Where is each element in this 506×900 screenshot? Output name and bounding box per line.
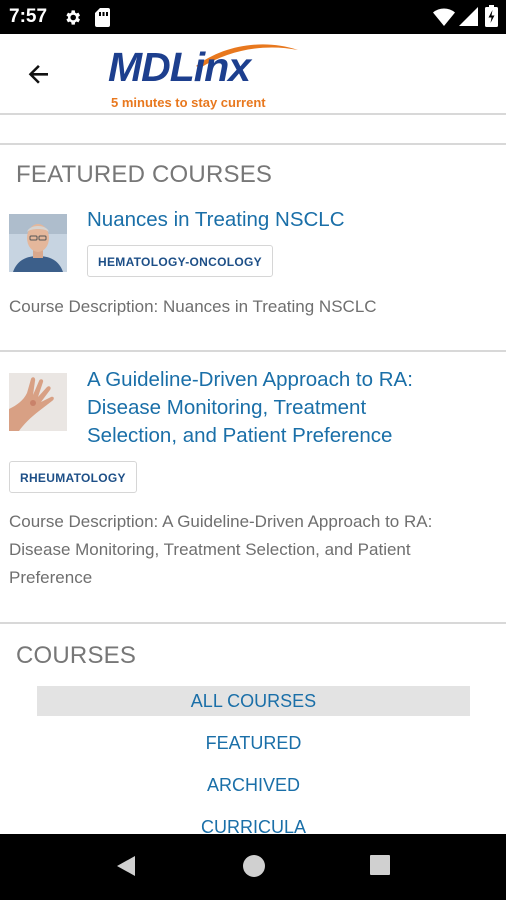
logo-tagline: 5 minutes to stay current (111, 95, 266, 110)
course-title[interactable]: Nuances in Treating NSCLC (87, 206, 345, 234)
divider (0, 113, 506, 115)
wifi-icon (433, 8, 455, 31)
recents-square-icon[interactable] (369, 854, 391, 881)
system-navigation-bar (0, 834, 506, 900)
course-thumbnail[interactable] (9, 373, 67, 431)
cellular-signal-icon (459, 7, 478, 31)
course-description-line: Course Description: A Guideline-Driven A… (9, 512, 433, 531)
course-description-line: Preference (9, 568, 93, 587)
course-description-line: Disease Monitoring, Treatment Selection,… (9, 540, 411, 559)
courses-heading: COURSES (16, 642, 137, 669)
divider (0, 143, 506, 145)
tab-archived[interactable]: ARCHIVED (37, 770, 470, 800)
specialty-badge[interactable]: HEMATOLOGY-ONCOLOGY (87, 245, 273, 277)
tab-all-courses[interactable]: ALL COURSES (37, 686, 470, 716)
tab-featured[interactable]: FEATURED (37, 728, 470, 758)
arrow-back-icon[interactable] (22, 56, 58, 92)
course-description: Course Description: A Guideline-Driven A… (9, 508, 432, 592)
logo-brand: MDLinx (108, 44, 251, 90)
course-title[interactable]: A Guideline-Driven Approach to RA: Disea… (87, 366, 413, 450)
featured-courses-heading: FEATURED COURSES (16, 161, 273, 188)
back-triangle-icon[interactable] (114, 854, 138, 883)
course-thumbnail[interactable] (9, 214, 67, 272)
sim-card-icon (95, 8, 110, 32)
divider (0, 350, 506, 352)
course-title-line[interactable]: Selection, and Patient Preference (87, 422, 413, 450)
status-bar: 7:57 (0, 0, 506, 34)
divider (0, 622, 506, 624)
course-title-line[interactable]: A Guideline-Driven Approach to RA: (87, 366, 413, 394)
gear-icon (63, 8, 82, 32)
app-bar: MDLinx 5 minutes to stay current (0, 34, 506, 114)
status-time: 7:57 (9, 6, 48, 27)
battery-icon (485, 5, 498, 32)
mdlinx-logo: MDLinx 5 minutes to stay current (108, 40, 308, 112)
course-title-line[interactable]: Disease Monitoring, Treatment (87, 394, 413, 422)
home-circle-icon[interactable] (242, 854, 266, 883)
specialty-badge[interactable]: RHEUMATOLOGY (9, 461, 137, 493)
course-description: Course Description: Nuances in Treating … (9, 297, 377, 316)
